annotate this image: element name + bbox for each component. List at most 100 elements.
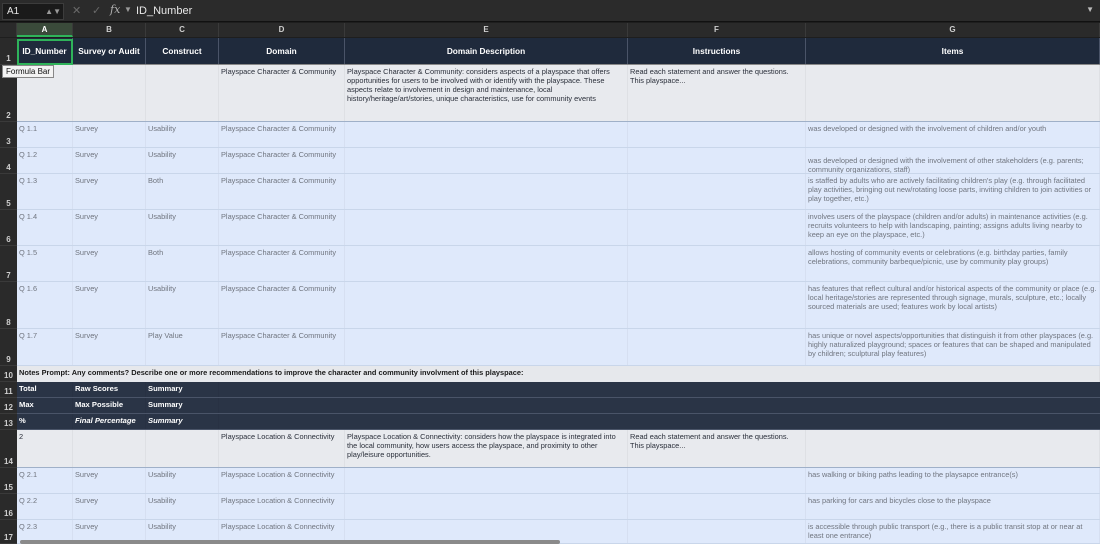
cell-domain[interactable]: Playspace Character & Community bbox=[219, 210, 345, 245]
header-cell-construct[interactable]: Construct bbox=[146, 38, 219, 64]
row-header-5[interactable]: 5 bbox=[0, 174, 17, 210]
cell-instructions[interactable] bbox=[628, 210, 806, 245]
cell-e2[interactable]: Playspace Character & Community: conside… bbox=[345, 65, 628, 121]
cell-item[interactable]: was developed or designed with the invol… bbox=[806, 148, 1100, 173]
cell-description[interactable] bbox=[345, 246, 628, 281]
notes-prompt[interactable]: Notes Prompt: Any comments? Describe one… bbox=[17, 366, 1100, 382]
cell-id[interactable]: Q 2.1 bbox=[17, 468, 73, 493]
cell-instructions[interactable] bbox=[628, 122, 806, 147]
cell-type[interactable]: Survey bbox=[73, 122, 146, 147]
cell-b2[interactable] bbox=[73, 65, 146, 121]
cell-c2[interactable] bbox=[146, 65, 219, 121]
summary-value[interactable]: Max Possible bbox=[73, 398, 146, 413]
column-header-b[interactable]: B bbox=[73, 23, 146, 37]
summary-type[interactable]: Summary bbox=[146, 398, 219, 413]
cell-item[interactable]: is staffed by adults who are actively fa… bbox=[806, 174, 1100, 209]
cell-domain[interactable]: Playspace Character & Community bbox=[219, 282, 345, 328]
cell-item[interactable]: has unique or novel aspects/opportunitie… bbox=[806, 329, 1100, 365]
expand-formula-icon[interactable]: ▼ bbox=[1086, 5, 1094, 14]
cell-description[interactable] bbox=[345, 468, 628, 493]
row-header-13[interactable]: 13 bbox=[0, 414, 17, 430]
cell-domain[interactable]: Playspace Character & Community bbox=[219, 148, 345, 173]
cell-description[interactable] bbox=[345, 329, 628, 365]
row-header-9[interactable]: 9 bbox=[0, 329, 17, 366]
function-icon[interactable]: fx bbox=[110, 3, 120, 16]
cell-id[interactable]: Q 2.2 bbox=[17, 494, 73, 519]
cell-domain[interactable]: Playspace Location & Connectivity bbox=[219, 468, 345, 493]
row-header-10[interactable]: 10 bbox=[0, 366, 17, 382]
cell-description[interactable] bbox=[345, 174, 628, 209]
cell-type[interactable]: Survey bbox=[73, 174, 146, 209]
cell-instructions[interactable] bbox=[628, 468, 806, 493]
cell-instructions[interactable] bbox=[628, 246, 806, 281]
row-header-12[interactable]: 12 bbox=[0, 398, 17, 414]
cell-construct[interactable]: Usability bbox=[146, 122, 219, 147]
row-header-14[interactable]: 14 bbox=[0, 430, 17, 468]
row-header-1[interactable]: 1 bbox=[0, 38, 17, 65]
cell-instructions[interactable] bbox=[628, 148, 806, 173]
column-header-f[interactable]: F bbox=[628, 23, 806, 37]
row-header-17[interactable]: 17 bbox=[0, 520, 17, 544]
column-header-c[interactable]: C bbox=[146, 23, 219, 37]
cancel-icon[interactable]: ✕ bbox=[72, 4, 81, 18]
cell-item[interactable]: is accessible through public transport (… bbox=[806, 520, 1100, 543]
select-all-corner[interactable] bbox=[0, 23, 17, 37]
cell-construct[interactable]: Usability bbox=[146, 148, 219, 173]
cell-id[interactable]: Q 1.3 bbox=[17, 174, 73, 209]
cell-type[interactable]: Survey bbox=[73, 329, 146, 365]
row-header-7[interactable]: 7 bbox=[0, 246, 17, 282]
cell-item[interactable]: was developed or designed with the invol… bbox=[806, 122, 1100, 147]
header-cell-domain-description[interactable]: Domain Description bbox=[345, 38, 628, 64]
summary-value[interactable]: Final Percentage bbox=[73, 414, 146, 429]
row-header-6[interactable]: 6 bbox=[0, 210, 17, 246]
cell-id[interactable]: Q 1.2 bbox=[17, 148, 73, 173]
summary-type[interactable]: Summary bbox=[146, 382, 219, 397]
row-header-16[interactable]: 16 bbox=[0, 494, 17, 520]
cell-instructions[interactable] bbox=[628, 329, 806, 365]
cell-construct[interactable]: Usability bbox=[146, 468, 219, 493]
cell-id[interactable]: Q 1.4 bbox=[17, 210, 73, 245]
cell-construct[interactable]: Usability bbox=[146, 494, 219, 519]
cell-instructions[interactable] bbox=[628, 520, 806, 543]
cell-domain[interactable]: Playspace Character & Community bbox=[219, 174, 345, 209]
cell-g14[interactable] bbox=[806, 430, 1100, 467]
header-cell-survey-or-audit[interactable]: Survey or Audit bbox=[73, 38, 146, 64]
cell-b14[interactable] bbox=[73, 430, 146, 467]
cell-construct[interactable]: Both bbox=[146, 174, 219, 209]
row-header-11[interactable]: 11 bbox=[0, 382, 17, 398]
cell-id[interactable]: Q 1.5 bbox=[17, 246, 73, 281]
cell-id[interactable]: Q 1.7 bbox=[17, 329, 73, 365]
cell-domain[interactable]: Playspace Character & Community bbox=[219, 246, 345, 281]
row-header-8[interactable]: 8 bbox=[0, 282, 17, 329]
cell-a14[interactable]: 2 bbox=[17, 430, 73, 467]
chevron-down-icon[interactable]: ▼ bbox=[124, 5, 132, 14]
summary-label[interactable]: % bbox=[17, 414, 73, 429]
cell-d2[interactable]: Playspace Character & Community bbox=[219, 65, 345, 121]
cell-instructions[interactable] bbox=[628, 282, 806, 328]
cell-id[interactable]: Q 1.6 bbox=[17, 282, 73, 328]
cell-construct[interactable]: Usability bbox=[146, 282, 219, 328]
summary-label[interactable]: Max bbox=[17, 398, 73, 413]
header-cell-instructions[interactable]: Instructions bbox=[628, 38, 806, 64]
summary-label[interactable]: Total bbox=[17, 382, 73, 397]
cell-construct[interactable]: Both bbox=[146, 246, 219, 281]
cell-domain[interactable]: Playspace Location & Connectivity bbox=[219, 494, 345, 519]
cell-type[interactable]: Survey bbox=[73, 494, 146, 519]
cell-construct[interactable]: Play Value bbox=[146, 329, 219, 365]
cell-type[interactable]: Survey bbox=[73, 282, 146, 328]
horizontal-scrollbar[interactable] bbox=[20, 540, 560, 544]
cell-type[interactable]: Survey bbox=[73, 246, 146, 281]
cell-description[interactable] bbox=[345, 148, 628, 173]
cell-item[interactable]: has parking for cars and bicycles close … bbox=[806, 494, 1100, 519]
row-header-4[interactable]: 4 bbox=[0, 148, 17, 174]
cell-instructions[interactable] bbox=[628, 494, 806, 519]
name-box-stepper-icon[interactable]: ▲▼ bbox=[45, 4, 61, 19]
cell-type[interactable]: Survey bbox=[73, 210, 146, 245]
column-header-d[interactable]: D bbox=[219, 23, 345, 37]
cell-item[interactable]: involves users of the playspace (childre… bbox=[806, 210, 1100, 245]
cell-description[interactable] bbox=[345, 494, 628, 519]
cell-item[interactable]: has features that reflect cultural and/o… bbox=[806, 282, 1100, 328]
cell-type[interactable]: Survey bbox=[73, 468, 146, 493]
cell-id[interactable]: Q 1.1 bbox=[17, 122, 73, 147]
cell-d14[interactable]: Playspace Location & Connectivity bbox=[219, 430, 345, 467]
